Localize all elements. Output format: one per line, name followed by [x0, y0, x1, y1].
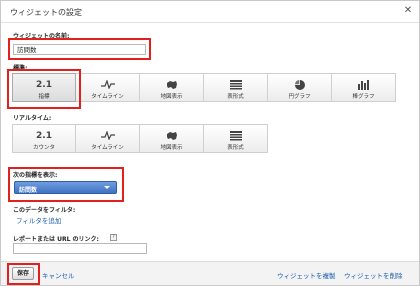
table-icon — [204, 131, 267, 141]
pie-icon — [268, 80, 331, 90]
rt-timeline-button[interactable]: タイムライン — [76, 124, 140, 153]
close-icon[interactable]: ✕ — [402, 5, 414, 17]
metric-number-icon: 2.1 — [36, 131, 52, 141]
delete-widget-link[interactable]: ウィジェットを削除 — [344, 270, 403, 280]
report-link-label: レポートまたは URL のリンク: — [13, 236, 99, 243]
realtime-button-row: 2.1 カウンタ タイムライン 地図表示 表形式 — [12, 124, 268, 153]
rt-map-button[interactable]: 地図表示 — [140, 124, 204, 153]
dialog-title: ウィジェットの設定 — [10, 8, 82, 17]
dialog-titlebar: ウィジェットの設定 ✕ — [1, 1, 419, 23]
filter-label: このデータをフィルタ: — [13, 207, 76, 214]
rt-counter-button[interactable]: 2.1 カウンタ — [12, 124, 76, 153]
rt-timeline-caption: タイムライン — [91, 145, 124, 151]
clone-widget-link[interactable]: ウィジェットを複製 — [277, 270, 336, 280]
map-icon — [140, 80, 203, 90]
widget-settings-dialog: ウィジェットの設定 ✕ ウィジェットの名前: 訪問数 標準: 2.1 指標 タイ… — [0, 0, 420, 286]
map-icon — [140, 131, 203, 141]
std-timeline-caption: タイムライン — [91, 94, 124, 100]
timeline-icon — [76, 80, 139, 90]
rt-table-caption: 表形式 — [227, 145, 244, 151]
std-bar-caption: 棒グラフ — [352, 94, 375, 100]
std-map-button[interactable]: 地図表示 — [140, 73, 204, 102]
std-table-caption: 表形式 — [227, 94, 244, 100]
std-map-caption: 地図表示 — [160, 94, 183, 100]
rt-map-caption: 地図表示 — [160, 145, 183, 151]
std-pie-caption: 円グラフ — [288, 94, 311, 100]
highlight-box-standard — [7, 69, 81, 109]
help-icon[interactable]: ? — [110, 234, 117, 241]
rt-table-button[interactable]: 表形式 — [204, 124, 268, 153]
highlight-box-save — [7, 263, 40, 285]
highlight-box-metric — [8, 167, 124, 202]
std-table-button[interactable]: 表形式 — [204, 73, 268, 102]
realtime-label: リアルタイム: — [13, 115, 52, 122]
cancel-link[interactable]: キャンセル — [42, 270, 75, 280]
bar-chart-icon — [332, 80, 395, 90]
rt-counter-caption: カウンタ — [32, 145, 55, 151]
highlight-box-name — [8, 38, 151, 60]
report-link-input[interactable] — [13, 243, 147, 254]
std-timeline-button[interactable]: タイムライン — [76, 73, 140, 102]
timeline-icon — [76, 131, 139, 141]
std-pie-button[interactable]: 円グラフ — [268, 73, 332, 102]
add-filter-link[interactable]: フィルタを追加 — [16, 215, 61, 225]
std-bar-button[interactable]: 棒グラフ — [332, 73, 396, 102]
table-icon — [204, 80, 267, 90]
